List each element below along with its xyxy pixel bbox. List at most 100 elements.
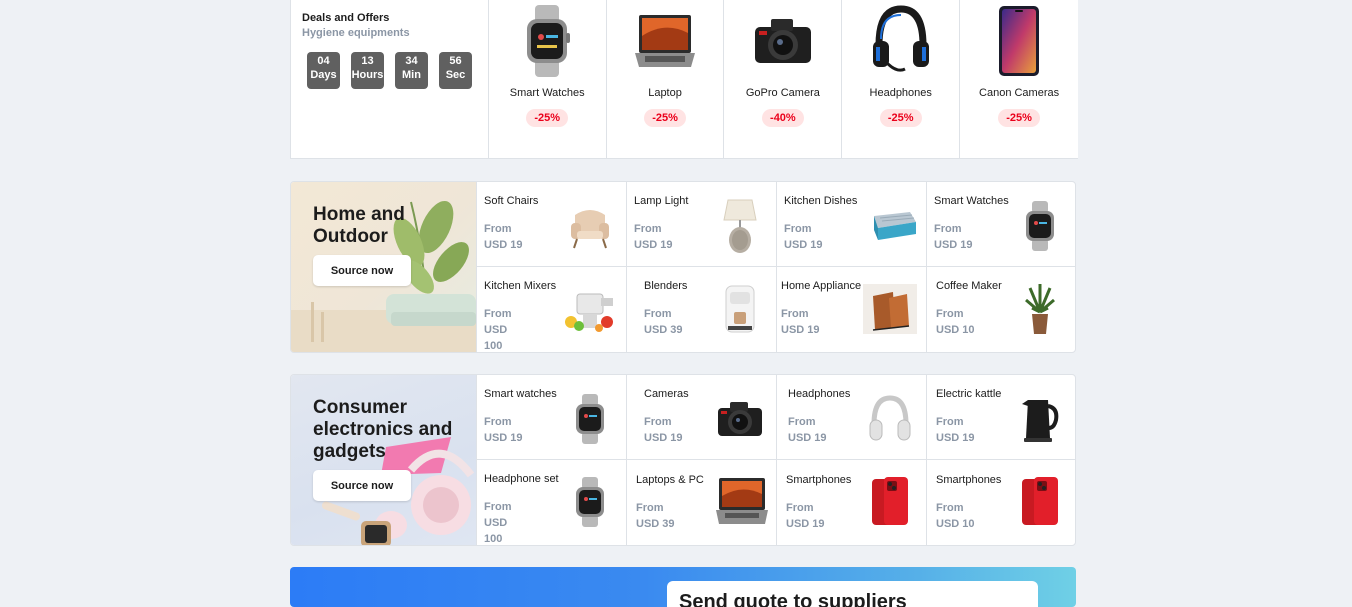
product-price: From USD 100 xyxy=(484,306,524,352)
coffee-machine-icon xyxy=(712,281,768,337)
price-value: USD 10 xyxy=(936,324,975,336)
price-value: USD 19 xyxy=(634,239,673,251)
price-prefix: From xyxy=(634,223,662,235)
product-card-smart-watches[interactable]: Smart Watches From USD 19 xyxy=(926,182,1075,267)
product-card-soft-chairs[interactable]: Soft Chairs From USD 19 xyxy=(476,182,626,267)
laptop-icon xyxy=(714,474,770,530)
price-prefix: From xyxy=(936,416,964,428)
deal-item-gopro-camera[interactable]: GoPro Camera -40% xyxy=(724,0,843,158)
product-price: From USD 19 xyxy=(936,414,992,446)
deal-item-name: GoPro Camera xyxy=(745,87,820,99)
deal-item-name: Canon Cameras xyxy=(979,87,1060,99)
timer-hours-label: Hours xyxy=(351,69,384,81)
deal-item-name: Smart Watches xyxy=(509,87,585,99)
mattress-icon xyxy=(870,198,918,254)
product-price: From USD 100 xyxy=(484,499,524,545)
price-prefix: From xyxy=(644,308,672,320)
chair-icon xyxy=(562,198,618,254)
smartphone-red-icon xyxy=(862,474,918,530)
plant-icon xyxy=(1012,281,1068,337)
price-prefix: From xyxy=(781,308,809,320)
deal-item-name: Laptop xyxy=(648,87,682,99)
discount-badge: -25% xyxy=(644,109,686,127)
consumer-electronics-section: Consumer electronics and gadgets Source … xyxy=(290,374,1076,546)
price-value: USD 10 xyxy=(936,518,975,530)
home-outdoor-banner: Home and Outdoor Source now xyxy=(291,182,476,352)
timer-hours-value: 13 xyxy=(361,55,374,67)
product-card-blenders[interactable]: Blenders From USD 39 xyxy=(626,267,776,352)
lamp-icon xyxy=(712,198,768,254)
timer-hours: 13 Hours xyxy=(351,52,384,89)
deal-item-smart-watches[interactable]: Smart Watches -25% xyxy=(489,0,607,158)
product-card-coffee-maker[interactable]: Coffee Maker From USD 10 xyxy=(926,267,1075,352)
camera-icon xyxy=(712,391,768,447)
smartwatch-icon xyxy=(562,474,618,530)
deal-item-canon-cameras[interactable]: Canon Cameras -25% xyxy=(960,0,1078,158)
deal-item-headphones[interactable]: Headphones -25% xyxy=(842,0,961,158)
headphones-icon xyxy=(842,5,959,77)
product-card-kitchen-dishes[interactable]: Kitchen Dishes From USD 19 xyxy=(776,182,926,267)
price-prefix: From xyxy=(484,416,512,428)
price-prefix: From xyxy=(636,502,664,514)
price-prefix: From xyxy=(936,502,964,514)
price-prefix: From xyxy=(788,416,816,428)
price-value: USD 100 xyxy=(484,324,508,352)
discount-badge: -25% xyxy=(526,109,569,127)
price-value: USD 39 xyxy=(636,518,675,530)
price-value: USD 19 xyxy=(784,239,823,251)
product-price: From USD 19 xyxy=(786,500,842,532)
discount-badge: -25% xyxy=(998,109,1040,127)
deals-title: Deals and Offers xyxy=(302,12,390,24)
product-price: From USD 19 xyxy=(788,414,844,446)
deals-info: Deals and Offers Hygiene equipments 04 Da… xyxy=(291,0,489,158)
product-card-home-appliance[interactable]: Home Appliance From USD 19 xyxy=(776,267,926,352)
product-price: From USD 39 xyxy=(636,500,692,532)
source-now-button[interactable]: Source now xyxy=(313,255,411,286)
countdown-timer: 04 Days 13 Hours 34 Min 56 Sec xyxy=(307,52,477,89)
price-value: USD 19 xyxy=(788,432,827,444)
source-now-button[interactable]: Source now xyxy=(313,470,411,501)
price-prefix: From xyxy=(934,223,962,235)
timer-minutes-label: Min xyxy=(402,69,421,81)
product-card-electric-kettle[interactable]: Electric kattle From USD 19 xyxy=(926,375,1075,460)
product-card-smartphones-2[interactable]: Smartphones From USD 10 xyxy=(926,460,1075,545)
timer-seconds-value: 56 xyxy=(449,55,462,67)
price-value: USD 19 xyxy=(644,432,683,444)
quote-banner: Send quote to suppliers xyxy=(290,567,1076,607)
deal-item-laptop[interactable]: Laptop -25% xyxy=(607,0,725,158)
product-card-headphone-set[interactable]: Headphone set From USD 100 xyxy=(476,460,626,545)
quote-form-card: Send quote to suppliers xyxy=(667,581,1038,607)
price-value: USD 19 xyxy=(934,239,973,251)
price-prefix: From xyxy=(784,223,812,235)
camera-icon xyxy=(724,5,841,77)
product-card-kitchen-mixers[interactable]: Kitchen Mixers From USD 100 xyxy=(476,267,626,352)
timer-days-label: Days xyxy=(310,69,337,81)
product-price: From USD 10 xyxy=(936,306,992,338)
price-prefix: From xyxy=(484,223,512,235)
product-price: From USD 10 xyxy=(936,500,992,532)
product-card-smart-watches[interactable]: Smart watches From USD 19 xyxy=(476,375,626,460)
deals-section: Deals and Offers Hygiene equipments 04 Da… xyxy=(290,0,1078,159)
discount-badge: -25% xyxy=(879,109,922,127)
product-card-laptops-pc[interactable]: Laptops & PC From USD 39 xyxy=(626,460,776,545)
product-card-headphones[interactable]: Headphones From USD 19 xyxy=(776,375,926,460)
timer-seconds-label: Sec xyxy=(445,69,466,81)
product-card-lamp-light[interactable]: Lamp Light From USD 19 xyxy=(626,182,776,267)
product-grid: Soft Chairs From USD 19 Lamp Light From US… xyxy=(476,182,1075,352)
timer-seconds: 56 Sec xyxy=(439,52,472,89)
price-value: USD 19 xyxy=(484,432,523,444)
timer-minutes: 34 Min xyxy=(395,52,428,89)
product-grid: Smart watches From USD 19 Cameras From USD… xyxy=(476,375,1075,545)
product-price: From USD 19 xyxy=(644,414,700,446)
electronics-banner: Consumer electronics and gadgets Source … xyxy=(291,375,476,545)
product-price: From USD 19 xyxy=(634,221,690,253)
timer-days-value: 04 xyxy=(317,55,330,67)
quote-title: Send quote to suppliers xyxy=(679,591,907,607)
product-card-cameras[interactable]: Cameras From USD 19 xyxy=(626,375,776,460)
product-card-smartphones[interactable]: Smartphones From USD 19 xyxy=(776,460,926,545)
product-price: From USD 19 xyxy=(934,221,990,253)
smartwatch-icon xyxy=(562,391,618,447)
laptop-icon xyxy=(607,5,724,77)
price-prefix: From xyxy=(484,308,512,320)
product-price: From USD 19 xyxy=(484,414,540,446)
